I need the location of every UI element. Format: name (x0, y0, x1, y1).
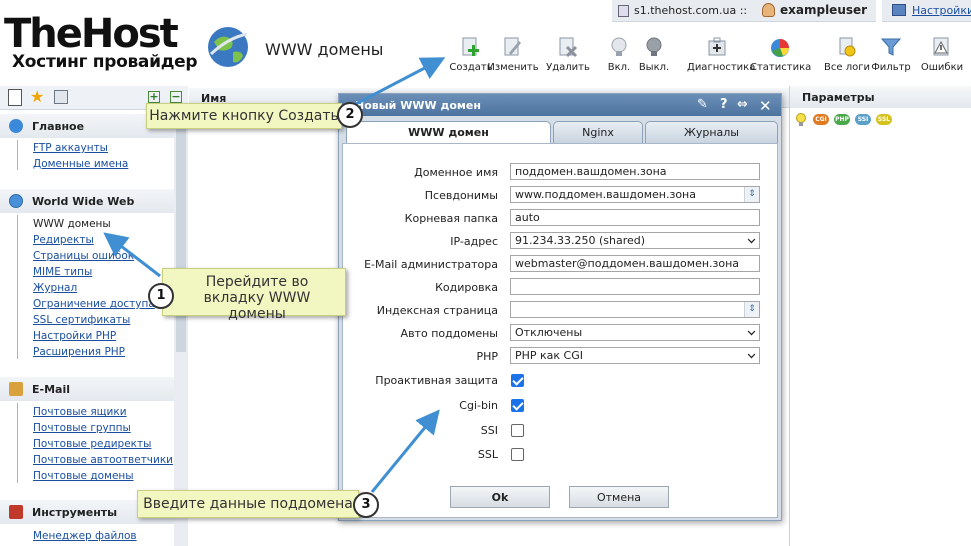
callout-3-number: 3 (353, 492, 379, 518)
callout-1: Перейдите во вкладку WWW домены (162, 268, 346, 322)
arrow-2 (351, 57, 446, 108)
callout-2: Нажмите кнопку Создать (146, 103, 342, 129)
arrow-3 (370, 409, 440, 493)
callout-3: Введите данные поддомена (137, 490, 359, 518)
callout-2-number: 2 (337, 102, 363, 128)
callout-1-number: 1 (148, 283, 174, 309)
tutorial-arrows (103, 57, 446, 493)
arrow-1 (103, 232, 161, 278)
